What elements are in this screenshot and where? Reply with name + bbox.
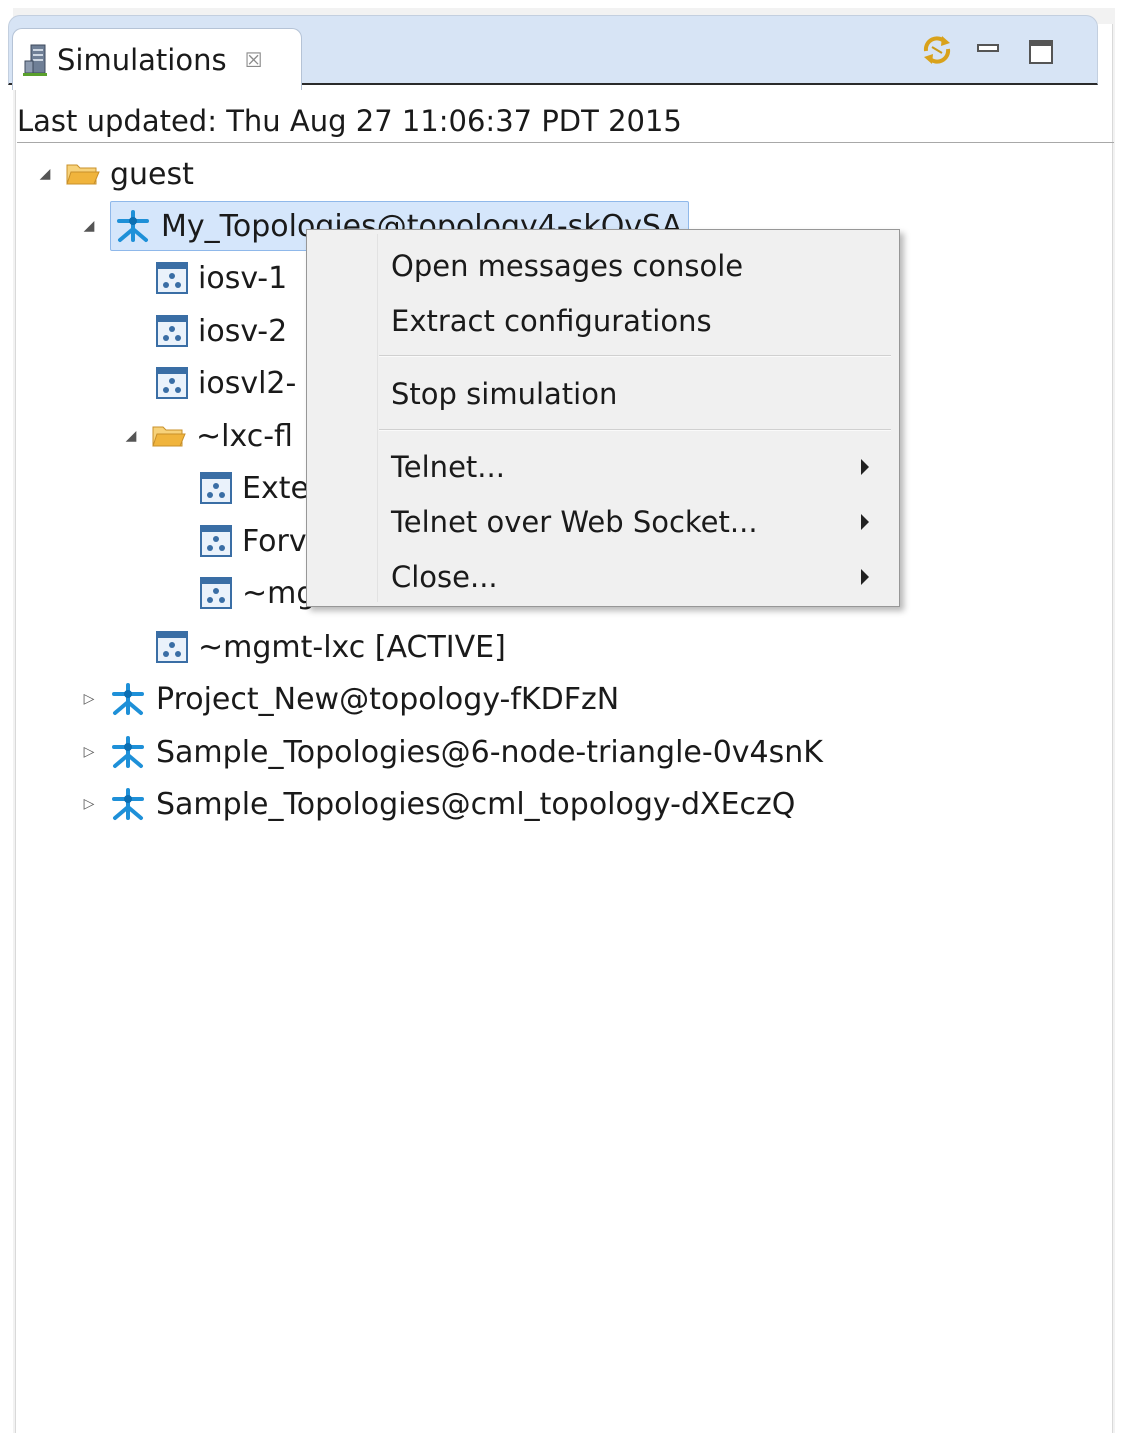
sync-icon[interactable] [920, 33, 954, 67]
context-menu: Open messages console Extract configurat… [306, 229, 900, 607]
open-folder-icon [152, 424, 186, 448]
node-icon [200, 525, 232, 557]
expanded-arrow-icon[interactable]: ◢ [82, 218, 96, 234]
submenu-arrow-icon [861, 514, 869, 530]
tree-item-label: Sample_Topologies@6-node-triangle-0v4snK [156, 734, 823, 770]
menu-item-label: Telnet... [391, 450, 505, 484]
menu-item-stop-simulation[interactable]: Stop simulation [391, 370, 881, 418]
tree-item-label: ~lxc-fl [196, 418, 293, 454]
open-folder-icon [66, 162, 100, 186]
close-icon[interactable]: ☒ [245, 48, 263, 72]
menu-gutter [377, 234, 378, 602]
menu-item-telnet-web-socket[interactable]: Telnet over Web Socket... [391, 498, 881, 546]
tree-item-label: Exte [242, 470, 309, 506]
tree-item-ext[interactable]: Exte [200, 462, 309, 514]
last-updated-status: Last updated: Thu Aug 27 11:06:37 PDT 20… [17, 100, 1114, 143]
tab-simulations[interactable]: Simulations ☒ [12, 28, 302, 90]
menu-separator [379, 355, 891, 357]
tree-item-label: iosv-1 [198, 260, 288, 296]
tree-item-sample-cml[interactable]: ▷ Sample_Topologies@cml_topology-dXEczQ [82, 778, 796, 830]
tab-title: Simulations [57, 42, 227, 77]
tree-item-iosv-2[interactable]: iosv-2 [156, 305, 287, 357]
topology-icon [110, 787, 146, 821]
menu-item-label: Stop simulation [391, 377, 618, 411]
menu-item-open-messages-console[interactable]: Open messages console [391, 242, 881, 290]
node-icon [156, 262, 188, 294]
menu-item-close[interactable]: Close... [391, 553, 881, 601]
topology-icon [110, 682, 146, 716]
tree-item-iosv-1[interactable]: iosv-1 [156, 252, 287, 304]
node-icon [200, 577, 232, 609]
menu-item-label: Open messages console [391, 249, 744, 283]
node-icon [200, 472, 232, 504]
tree-item-guest[interactable]: ◢ guest [38, 148, 194, 200]
tree-item-label: Forv [242, 523, 307, 559]
tree-item-label: iosvl2- [198, 365, 297, 401]
tree-item-label: Project_New@topology-fKDFzN [156, 681, 620, 717]
node-icon [156, 367, 188, 399]
node-icon [156, 631, 188, 663]
tree-item-label: ~mgmt-lxc [ACTIVE] [198, 629, 506, 665]
menu-item-extract-configurations[interactable]: Extract configurations [391, 297, 881, 345]
topology-icon [110, 735, 146, 769]
minimize-icon[interactable] [972, 33, 1006, 67]
tree-item-project-new[interactable]: ▷ Project_New@topology-fKDFzN [82, 673, 620, 725]
tree-item-lxc-folder[interactable]: ◢ ~lxc-fl [124, 410, 293, 462]
collapsed-arrow-icon[interactable]: ▷ [82, 691, 96, 707]
tree-item-mg[interactable]: ~mg [200, 567, 315, 619]
submenu-arrow-icon [861, 569, 869, 585]
maximize-icon[interactable] [1024, 33, 1058, 67]
menu-item-label: Extract configurations [391, 304, 712, 338]
menu-item-telnet[interactable]: Telnet... [391, 443, 881, 491]
menu-item-label: Telnet over Web Socket... [391, 505, 758, 539]
tree-item-label: ~mg [242, 575, 316, 611]
menu-item-label: Close... [391, 560, 498, 594]
view-toolbar [920, 30, 1076, 70]
tree-item-iosvl2[interactable]: iosvl2- [156, 357, 296, 409]
tree-item-mgmt-lxc[interactable]: ~mgmt-lxc [ACTIVE] [156, 621, 506, 673]
expanded-arrow-icon[interactable]: ◢ [124, 428, 138, 444]
node-icon [156, 315, 188, 347]
server-icon [23, 43, 47, 77]
menu-separator [379, 429, 891, 431]
tree-item-label: guest [110, 156, 194, 192]
topology-icon [115, 209, 151, 243]
tree-item-sample-triangle[interactable]: ▷ Sample_Topologies@6-node-triangle-0v4s… [82, 726, 823, 778]
expanded-arrow-icon[interactable]: ◢ [38, 166, 52, 182]
tree-item-forw[interactable]: Forv [200, 515, 307, 567]
tree-item-label: iosv-2 [198, 313, 288, 349]
tree-item-label: Sample_Topologies@cml_topology-dXEczQ [156, 786, 796, 822]
collapsed-arrow-icon[interactable]: ▷ [82, 744, 96, 760]
collapsed-arrow-icon[interactable]: ▷ [82, 796, 96, 812]
submenu-arrow-icon [861, 459, 869, 475]
